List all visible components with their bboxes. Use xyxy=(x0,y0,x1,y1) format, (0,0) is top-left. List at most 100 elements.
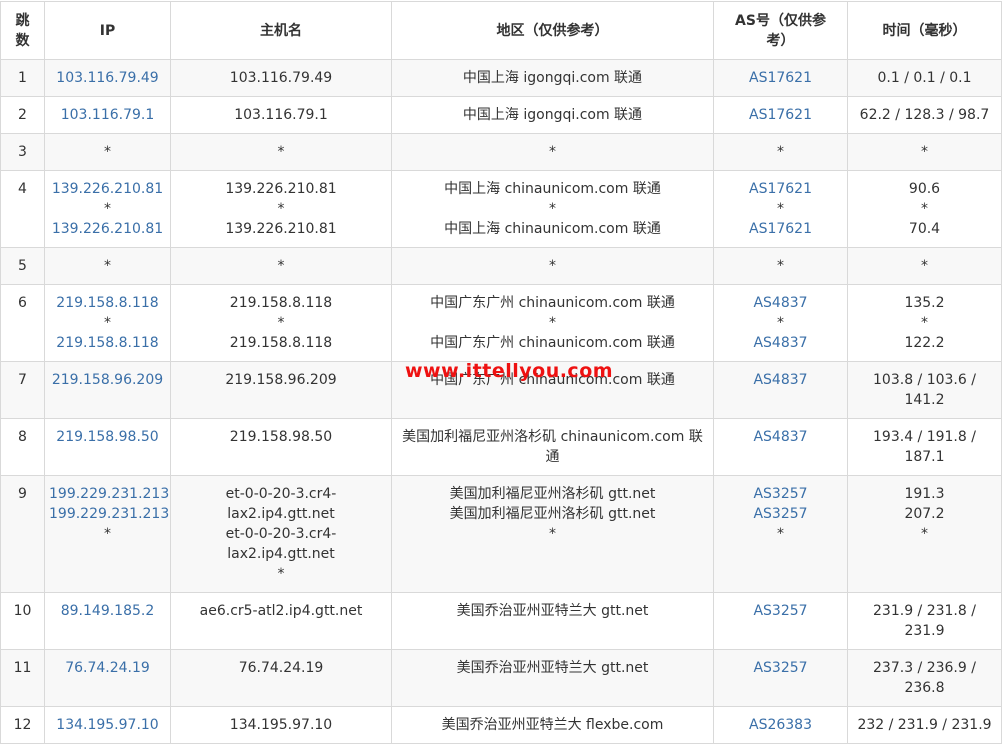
cell-text: 219.158.98.50 xyxy=(229,429,333,445)
cell-text: 134.195.97.10 xyxy=(229,717,333,733)
ip-link[interactable]: 199.229.231.213 xyxy=(49,504,169,524)
cell-text: 0.1 / 0.1 / 0.1 xyxy=(877,70,972,86)
as-link[interactable]: AS3257 xyxy=(718,658,843,678)
cell-text: * xyxy=(777,258,784,274)
table-row: 6 219.158.8.118 * 219.158.8.118 219.158.8.11… xyxy=(0,284,1002,362)
ip-cell: 103.116.79.49 xyxy=(44,59,171,97)
cell-text: * xyxy=(921,201,928,217)
cell-text: 美国乔治亚州亚特兰大 gtt.net xyxy=(456,603,649,619)
ip-link[interactable]: 139.226.210.81 xyxy=(49,179,166,199)
ip-link[interactable]: 103.116.79.1 xyxy=(49,105,166,125)
ip-link[interactable]: 103.116.79.49 xyxy=(49,68,166,88)
cell-text: 62.2 / 128.3 / 98.7 xyxy=(859,107,990,123)
as-link[interactable]: AS17621 xyxy=(718,219,843,239)
time-cell: 103.8 / 103.6 / 141.2 xyxy=(847,361,1002,419)
time-cell: * xyxy=(847,247,1002,285)
host-cell: * xyxy=(170,133,392,171)
ip-link[interactable]: 219.158.8.118 xyxy=(49,333,166,353)
cell-text: lax2.ip4.gtt.net xyxy=(227,506,335,522)
as-link[interactable]: AS26383 xyxy=(718,715,843,735)
as-link[interactable]: AS3257 xyxy=(718,601,843,621)
host-cell: 134.195.97.10 xyxy=(170,706,392,744)
as-cell: AS4837 xyxy=(713,361,848,419)
cell-text: 70.4 xyxy=(908,221,941,237)
cell-text: 中国上海 igongqi.com 联通 xyxy=(462,107,643,123)
time-cell: 0.1 / 0.1 / 0.1 xyxy=(847,59,1002,97)
table-row: 5 * * * * * xyxy=(0,247,1002,285)
cell-text: 103.116.79.49 xyxy=(229,70,333,86)
table-row: 9 199.229.231.213 199.229.231.213 * et-0-0-2… xyxy=(0,475,1002,593)
header-time: 时间（毫秒） xyxy=(847,1,1002,60)
ip-link[interactable]: 139.226.210.81 xyxy=(49,219,166,239)
as-cell: AS17621 xyxy=(713,59,848,97)
as-link[interactable]: AS4837 xyxy=(718,427,843,447)
cell-text: * xyxy=(277,315,285,331)
time-cell: 232 / 231.9 / 231.9 xyxy=(847,706,1002,744)
cell-text: 76.74.24.19 xyxy=(238,660,324,676)
time-cell: 237.3 / 236.9 / 236.8 xyxy=(847,649,1002,707)
region-cell: 中国广东广州 chinaunicom.com 联通 * 中国广东广州 chinaun… xyxy=(391,284,714,362)
table-row: 10 89.149.185.2 ae6.cr5-atl2.ip4.gtt.net 美国… xyxy=(0,592,1002,650)
table-row: 11 76.74.24.19 76.74.24.19 美国乔治亚州亚特兰大 gtt.n… xyxy=(0,649,1002,707)
cell-text: 219.158.8.118 xyxy=(229,335,333,351)
time-cell: 62.2 / 128.3 / 98.7 xyxy=(847,96,1002,134)
ip-link[interactable]: 76.74.24.19 xyxy=(49,658,166,678)
region-cell: * xyxy=(391,133,714,171)
ip-link[interactable]: 219.158.8.118 xyxy=(49,293,166,313)
as-link[interactable]: AS17621 xyxy=(718,68,843,88)
ip-cell: 219.158.8.118 * 219.158.8.118 xyxy=(44,284,171,362)
time-cell: 231.9 / 231.8 / 231.9 xyxy=(847,592,1002,650)
as-link[interactable]: AS17621 xyxy=(718,179,843,199)
as-link[interactable]: AS17621 xyxy=(718,105,843,125)
cell-text: * xyxy=(921,315,928,331)
as-cell: AS17621 * AS17621 xyxy=(713,170,848,248)
as-link[interactable]: AS3257 xyxy=(718,484,843,504)
ip-link[interactable]: 89.149.185.2 xyxy=(49,601,166,621)
region-cell: 中国上海 chinaunicom.com 联通 * 中国上海 chinaunicom… xyxy=(391,170,714,248)
cell-text: 美国乔治亚州亚特兰大 gtt.net xyxy=(456,660,649,676)
cell-text: * xyxy=(549,258,556,274)
table-row: 8 219.158.98.50 219.158.98.50 美国加利福尼亚州洛杉矶 c… xyxy=(0,418,1002,476)
table-body: 1 103.116.79.49 103.116.79.49 中国上海 igongqi.… xyxy=(0,59,1002,744)
as-cell: * xyxy=(713,133,848,171)
cell-text: * xyxy=(777,315,784,331)
ip-link[interactable]: 199.229.231.213 xyxy=(49,484,169,504)
cell-text: 通 xyxy=(545,449,560,465)
region-cell: 美国乔治亚州亚特兰大 gtt.net xyxy=(391,592,714,650)
host-cell: 76.74.24.19 xyxy=(170,649,392,707)
as-link[interactable]: AS4837 xyxy=(718,370,843,390)
table-row: 2 103.116.79.1 103.116.79.1 中国上海 igongqi.co… xyxy=(0,96,1002,134)
cell-text: 美国加利福尼亚州洛杉矶 gtt.net xyxy=(449,506,656,522)
hop-cell: 3 xyxy=(0,133,45,171)
cell-text: * xyxy=(777,201,784,217)
cell-text: 207.2 xyxy=(904,506,945,522)
as-link[interactable]: AS4837 xyxy=(718,293,843,313)
as-cell: AS3257 xyxy=(713,592,848,650)
cell-text: 231.9 xyxy=(904,623,945,639)
hop-cell: 6 xyxy=(0,284,45,362)
as-cell: AS17621 xyxy=(713,96,848,134)
cell-text: * xyxy=(921,258,928,274)
cell-text: 191.3 xyxy=(904,486,945,502)
cell-text: 219.158.96.209 xyxy=(225,372,337,388)
cell-text: 中国上海 chinaunicom.com 联通 xyxy=(444,181,661,197)
ip-link[interactable]: 219.158.98.50 xyxy=(49,427,166,447)
as-link[interactable]: AS3257 xyxy=(718,504,843,524)
as-link[interactable]: AS4837 xyxy=(718,333,843,353)
cell-text: 139.226.210.81 xyxy=(225,181,337,197)
host-cell: 219.158.96.209 xyxy=(170,361,392,419)
host-cell: 103.116.79.49 xyxy=(170,59,392,97)
cell-text: * xyxy=(777,526,784,542)
cell-text: lax2.ip4.gtt.net xyxy=(227,546,335,562)
cell-text: * xyxy=(549,315,556,331)
host-cell: * xyxy=(170,247,392,285)
cell-text: * xyxy=(777,144,784,160)
cell-text: * xyxy=(549,144,556,160)
cell-text: 中国上海 igongqi.com 联通 xyxy=(462,70,643,86)
watermark: www.ittellyou.com xyxy=(405,360,614,382)
ip-link[interactable]: 134.195.97.10 xyxy=(49,715,166,735)
ip-link[interactable]: 219.158.96.209 xyxy=(49,370,166,390)
cell-text: 135.2 xyxy=(904,295,945,311)
cell-text: 美国加利福尼亚州洛杉矶 gtt.net xyxy=(449,486,656,502)
cell-text: 中国上海 chinaunicom.com 联通 xyxy=(444,221,661,237)
